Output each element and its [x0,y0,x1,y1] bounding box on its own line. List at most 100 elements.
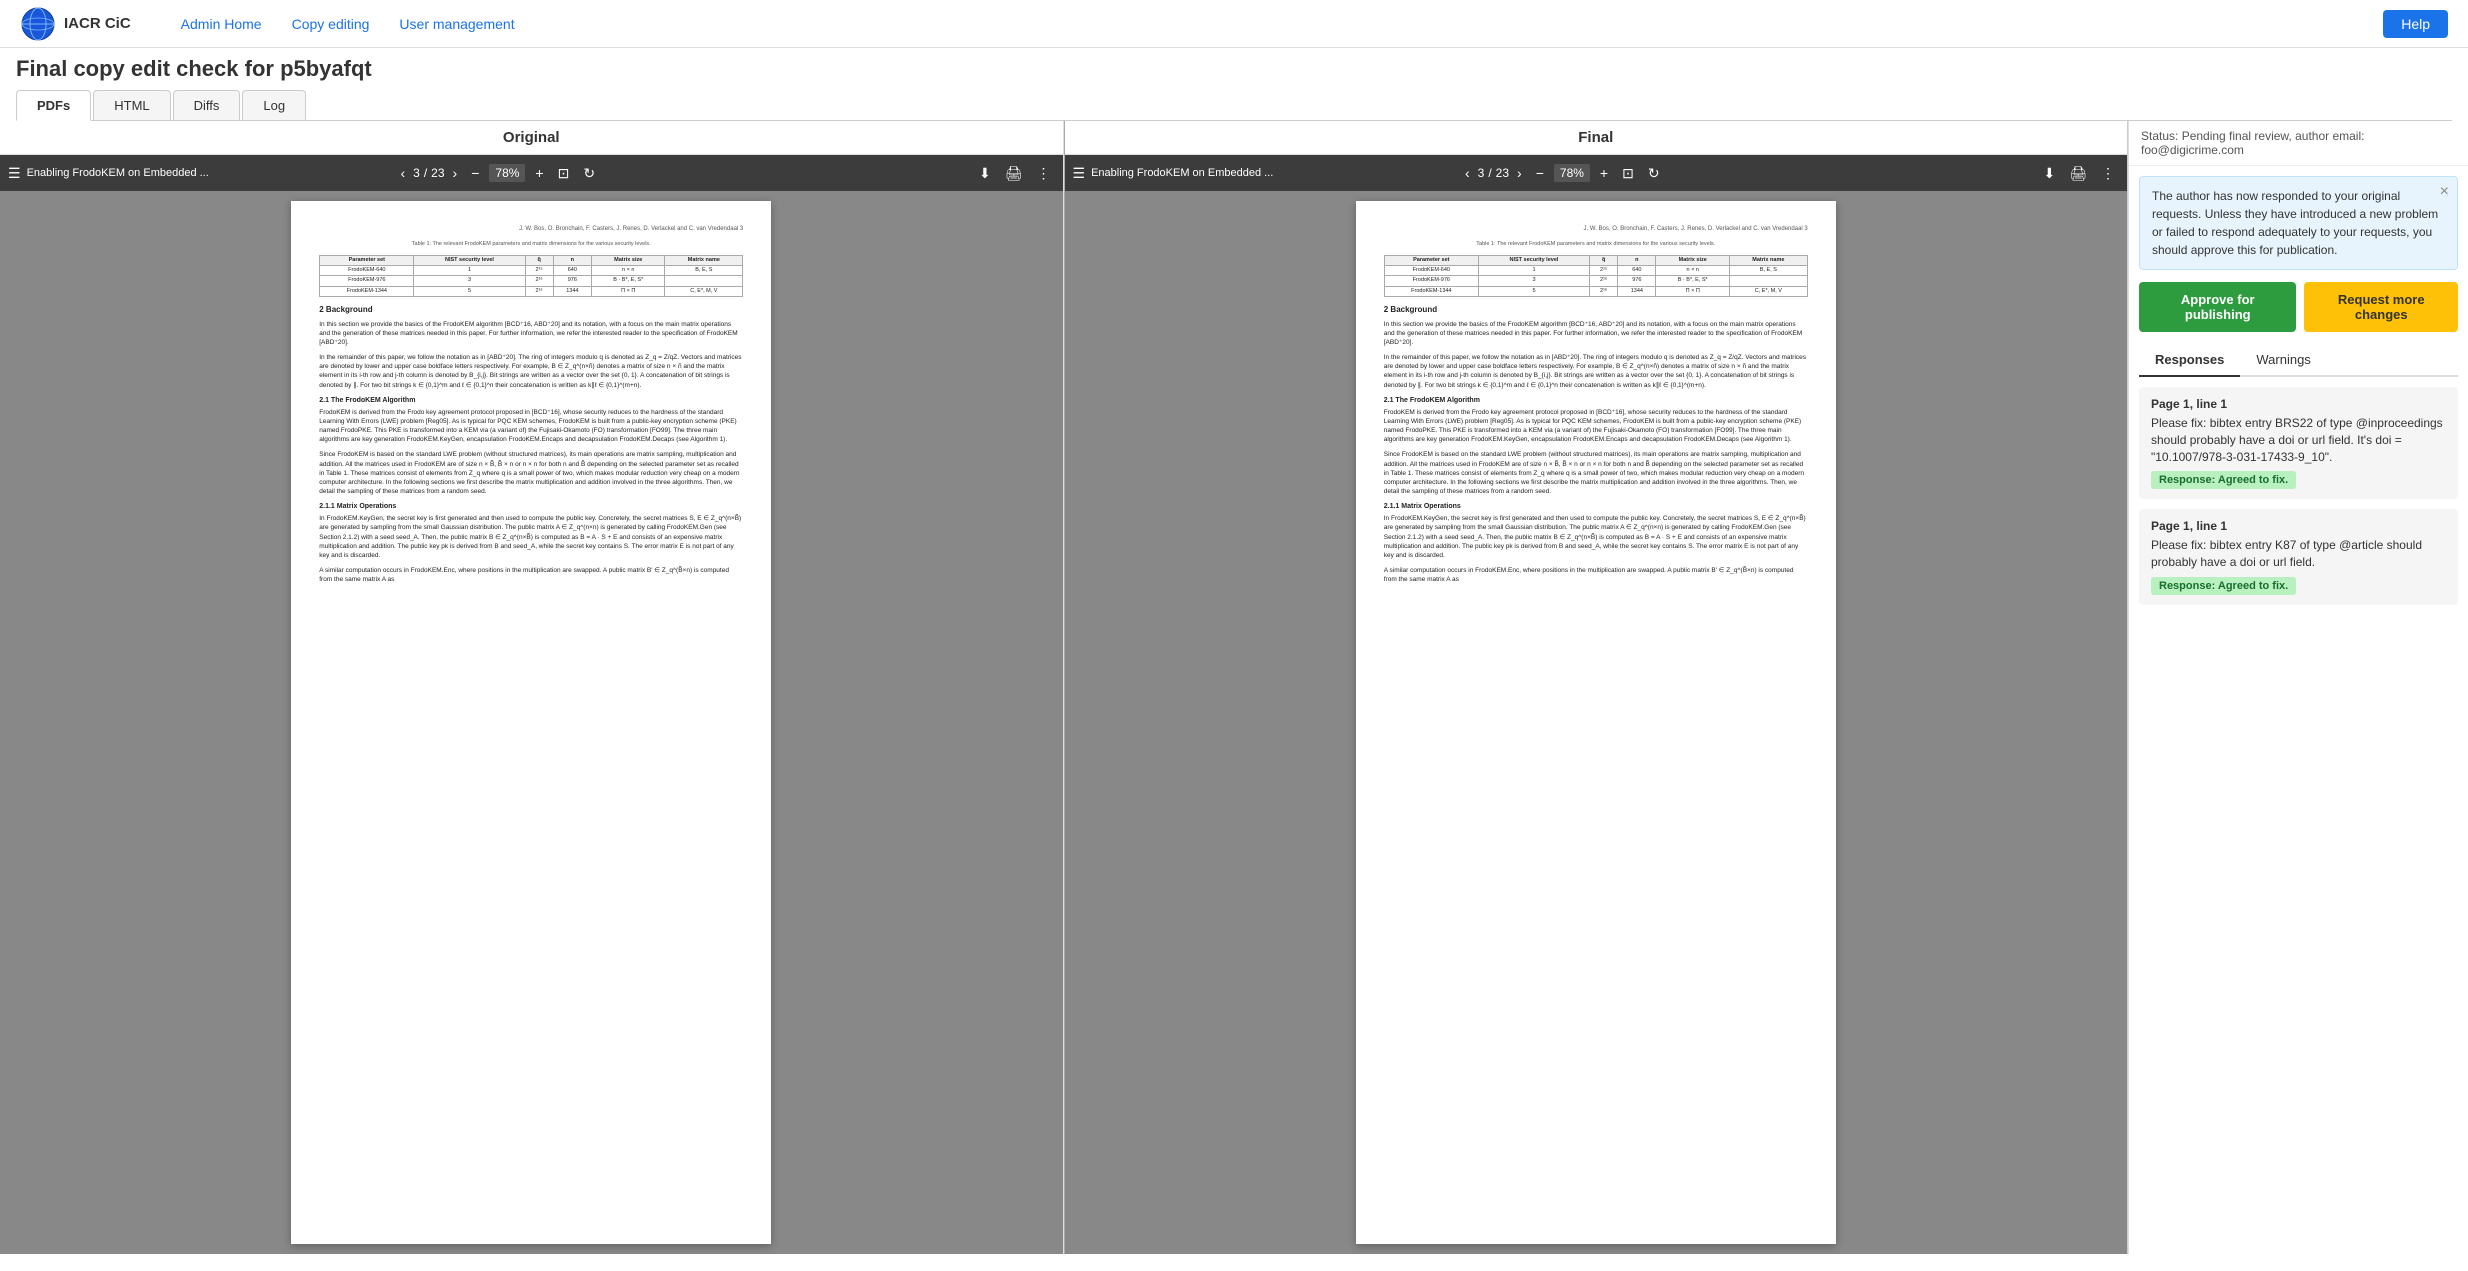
final-print-icon[interactable]: 🖨 [2065,163,2091,184]
original-section-text-0: In this section we provide the basics of… [319,320,743,347]
final-page-current: 3 [1478,166,1485,180]
table-header-0: Parameter set [320,255,414,265]
sidebar-scroll[interactable]: Page 1, line 1 Please fix: bibtex entry … [2129,377,2468,1254]
original-page-info: ‹ 3 / 23 › [396,163,461,183]
final-section-heading-2: 2.1.1 Matrix Operations [1384,502,1808,511]
response-card-0: Page 1, line 1 Please fix: bibtex entry … [2139,387,2458,499]
original-download-icon[interactable]: ⬇ [975,163,995,184]
response-text-1: Please fix: bibtex entry K87 of type @ar… [2151,537,2446,571]
final-authors: J. W. Bos, O. Bronchain, F. Casters, J. … [1384,225,1808,233]
original-zoom-in[interactable]: + [531,163,547,183]
final-section-text-2: FrodoKEM is derived from the Frodo key a… [1384,408,1808,444]
original-panel-header: Original [0,121,1063,155]
original-authors: J. W. Bos, O. Bronchain, F. Casters, J. … [319,225,743,233]
approve-button[interactable]: Approve for publishing [2139,282,2296,332]
table-row: FrodoKEM-134452¹⁶1344Π × ΠC, E*, M, V [1384,286,1807,296]
final-pdf-title: Enabling FrodoKEM on Embedded ... [1091,167,1455,179]
tab-diffs[interactable]: Diffs [173,90,241,120]
final-table-header-0: Parameter set [1384,255,1478,265]
final-menu-icon[interactable]: ☰ [1073,165,1086,182]
tab-pdfs[interactable]: PDFs [16,90,91,121]
original-pdf-title: Enabling FrodoKEM on Embedded ... [27,167,391,179]
final-table-header-2: q̃ [1590,255,1618,265]
original-print-icon[interactable]: 🖨 [1001,163,1027,184]
table-row: FrodoKEM-64012¹⁵640n × nB, E, S [320,265,743,275]
final-section-text-3: Since FrodoKEM is based on the standard … [1384,450,1808,495]
final-table-header-1: NIST security level [1478,255,1589,265]
final-pdf-page: J. W. Bos, O. Bronchain, F. Casters, J. … [1356,201,1836,1244]
original-section-heading-0: 2 Background [319,305,743,316]
table-header-3: n [553,255,591,265]
page-header: Final copy edit check for p5byafqt PDFs … [0,48,2468,121]
final-rotate-icon[interactable]: ↻ [1644,163,1664,184]
table-row: FrodoKEM-64012¹⁵640n × nB, E, S [1384,265,1807,275]
original-section-text-3: Since FrodoKEM is based on the standard … [319,450,743,495]
final-zoom-in[interactable]: + [1596,163,1612,183]
nav-copy-editing[interactable]: Copy editing [292,16,370,32]
original-more-icon[interactable]: ⋮ [1033,163,1055,184]
final-download-icon[interactable]: ⬇ [2039,163,2059,184]
original-menu-icon[interactable]: ☰ [8,165,21,182]
final-fit-icon[interactable]: ⊡ [1618,163,1638,184]
original-section-text-5: A similar computation occurs in FrodoKEM… [319,566,743,584]
final-table-header-4: Matrix size [1656,255,1729,265]
globe-icon [20,6,56,42]
nav-admin-home[interactable]: Admin Home [181,16,262,32]
final-section-text-0: In this section we provide the basics of… [1384,320,1808,347]
original-zoom: 78% [489,164,525,182]
sidebar-notice-text: The author has now responded to your ori… [2152,189,2438,257]
original-pdf-page: J. W. Bos, O. Bronchain, F. Casters, J. … [291,201,771,1244]
response-text-0: Please fix: bibtex entry BRS22 of type @… [2151,415,2446,465]
sidebar-tab-bar: Responses Warnings [2139,344,2458,377]
original-prev-page[interactable]: ‹ [396,163,409,183]
response-tag-0: Response: Agreed to fix. [2151,471,2296,489]
original-section-heading-2: 2.1.1 Matrix Operations [319,502,743,511]
sidebar-notice: The author has now responded to your ori… [2139,176,2458,270]
final-table-header-3: n [1618,255,1656,265]
response-card-1: Page 1, line 1 Please fix: bibtex entry … [2139,509,2458,605]
original-toolbar: ☰ Enabling FrodoKEM on Embedded ... ‹ 3 … [0,155,1063,191]
table-header-2: q̃ [525,255,553,265]
final-page-info: ‹ 3 / 23 › [1461,163,1526,183]
table-header-1: NIST security level [414,255,525,265]
request-changes-button[interactable]: Request more changes [2304,282,2458,332]
final-table-header-5: Matrix name [1729,255,1807,265]
table-row: FrodoKEM-134452¹⁶1344Π × ΠC, E*, M, V [320,286,743,296]
original-page-total: 23 [431,166,444,180]
final-section-text-1: In the remainder of this paper, we follo… [1384,353,1808,389]
original-section-text-4: In FrodoKEM.KeyGen, the secret key is fi… [319,514,743,559]
brand: IACR CiC [20,6,131,42]
help-button[interactable]: Help [2383,10,2448,38]
table-row: FrodoKEM-97632¹⁶976B · B*, E, S* [1384,276,1807,286]
final-more-icon[interactable]: ⋮ [2097,163,2119,184]
original-pdf-content[interactable]: J. W. Bos, O. Bronchain, F. Casters, J. … [0,191,1063,1254]
page-title: Final copy edit check for p5byafqt [16,56,2452,82]
tab-html[interactable]: HTML [93,90,170,120]
final-pdf-content[interactable]: J. W. Bos, O. Bronchain, F. Casters, J. … [1065,191,2128,1254]
original-panel: Original ☰ Enabling FrodoKEM on Embedded… [0,121,1064,1254]
response-tag-1: Response: Agreed to fix. [2151,577,2296,595]
sidebar-tab-warnings[interactable]: Warnings [2240,344,2326,377]
original-table: Parameter set NIST security level q̃ n M… [319,255,743,298]
sidebar-tab-responses[interactable]: Responses [2139,344,2240,377]
final-next-page[interactable]: › [1513,163,1526,183]
sidebar-notice-close[interactable]: × [2440,183,2449,201]
original-section-heading-1: 2.1 The FrodoKEM Algorithm [319,396,743,405]
table-header-4: Matrix size [591,255,664,265]
final-section-heading-0: 2 Background [1384,305,1808,316]
original-rotate-icon[interactable]: ↻ [579,163,599,184]
final-zoom-out[interactable]: − [1532,163,1548,183]
original-page-current: 3 [413,166,420,180]
main-layout: Original ☰ Enabling FrodoKEM on Embedded… [0,121,2468,1254]
final-section-heading-1: 2.1 The FrodoKEM Algorithm [1384,396,1808,405]
pdf-area: Original ☰ Enabling FrodoKEM on Embedded… [0,121,2128,1254]
tab-log[interactable]: Log [242,90,306,120]
original-zoom-out[interactable]: − [467,163,483,183]
final-prev-page[interactable]: ‹ [1461,163,1474,183]
original-next-page[interactable]: › [449,163,462,183]
final-zoom: 78% [1554,164,1590,182]
brand-label: IACR CiC [64,15,131,32]
nav-user-management[interactable]: User management [399,16,514,32]
original-fit-icon[interactable]: ⊡ [554,163,574,184]
tab-bar: PDFs HTML Diffs Log [16,90,2452,121]
